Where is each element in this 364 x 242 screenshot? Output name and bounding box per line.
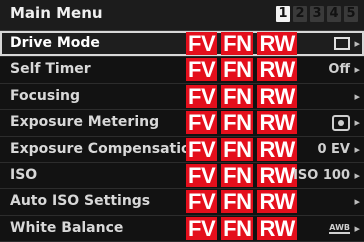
fv-badge: FV	[186, 31, 218, 56]
fn-badge: FN	[221, 31, 254, 56]
menu-item-label: Self Timer	[10, 61, 91, 78]
fn-badge: FN	[221, 189, 254, 215]
menu-item-label: Exposure Metering	[10, 114, 160, 131]
menu-item-value: 0 EV	[317, 141, 350, 157]
chevron-right-icon: ▸	[354, 37, 360, 50]
fv-badge: FV	[186, 215, 218, 241]
fn-badge: FN	[221, 136, 254, 162]
fn-badge: FN	[221, 83, 254, 109]
rw-badge: RW	[257, 136, 297, 162]
page-tab-2[interactable]: 2	[293, 6, 307, 22]
rw-badge: RW	[257, 57, 297, 83]
page-tabs: 1 2 3 4 5	[276, 6, 358, 22]
menu-item-label: White Balance	[10, 219, 124, 236]
rw-badge: RW	[257, 31, 297, 56]
awb-icon: AWB	[329, 222, 350, 234]
page-tab-5[interactable]: 5	[344, 6, 358, 22]
menu-title: Main Menu	[10, 4, 103, 22]
fv-badge: FV	[186, 136, 218, 162]
page-tab-3[interactable]: 3	[310, 6, 324, 22]
page-tab-1[interactable]: 1	[276, 6, 290, 22]
menu-item-value: ISO 100	[293, 167, 350, 183]
rw-badge: RW	[257, 83, 297, 109]
rw-badge: RW	[257, 215, 297, 241]
fv-badge: FV	[186, 57, 218, 83]
badge-group: FV FN RW	[186, 189, 297, 215]
menu-item-exposure-metering[interactable]: Exposure Metering FV FN RW ▸	[0, 110, 364, 137]
menu-item-label: Auto ISO Settings	[10, 193, 151, 210]
badge-group: FV FN RW	[186, 83, 297, 109]
chevron-right-icon: ▸	[354, 221, 360, 235]
single-frame-icon	[334, 36, 350, 51]
chevron-right-icon: ▸	[354, 195, 360, 209]
chevron-right-icon: ▸	[354, 63, 360, 77]
menu-header: Main Menu 1 2 3 4 5	[0, 0, 364, 31]
chevron-right-icon: ▸	[354, 168, 360, 182]
menu-item-label: ISO	[10, 166, 38, 183]
rw-badge: RW	[257, 189, 297, 215]
fn-badge: FN	[221, 162, 254, 188]
fv-badge: FV	[186, 83, 218, 109]
menu-item-self-timer[interactable]: Self Timer FV FN RW Off ▸	[0, 57, 364, 84]
menu-item-auto-iso-settings[interactable]: Auto ISO Settings FV FN RW ▸	[0, 189, 364, 216]
menu-item-iso[interactable]: ISO FV FN RW ISO 100 ▸	[0, 162, 364, 190]
fv-badge: FV	[186, 189, 218, 215]
badge-group: FV FN RW	[186, 32, 297, 55]
menu-item-label: Exposure Compensation	[10, 140, 201, 157]
rw-badge: RW	[257, 110, 297, 136]
rw-badge: RW	[257, 162, 297, 188]
chevron-right-icon: ▸	[354, 116, 360, 130]
metering-icon	[332, 115, 350, 132]
menu-list: Drive Mode FV FN RW ▸ Self Timer FV FN R…	[0, 31, 364, 242]
badge-group: FV FN RW	[186, 136, 297, 162]
menu-item-label: Drive Mode	[10, 35, 100, 51]
fn-badge: FN	[221, 57, 254, 83]
menu-item-value: Off	[328, 62, 350, 78]
menu-item-drive-mode[interactable]: Drive Mode FV FN RW ▸	[0, 31, 364, 58]
badge-group: FV FN RW	[186, 110, 297, 136]
fn-badge: FN	[221, 110, 254, 136]
camera-menu-screen: Main Menu 1 2 3 4 5 Drive Mode FV FN RW …	[0, 0, 364, 242]
menu-item-white-balance[interactable]: White Balance FV FN RW AWB ▸	[0, 216, 364, 242]
fv-badge: FV	[186, 110, 218, 136]
page-tab-4[interactable]: 4	[327, 6, 341, 22]
chevron-right-icon: ▸	[354, 89, 360, 103]
menu-item-label: Focusing	[10, 87, 80, 104]
badge-group: FV FN RW	[186, 215, 297, 241]
fv-badge: FV	[186, 162, 218, 188]
menu-item-focusing[interactable]: Focusing FV FN RW ▸	[0, 83, 364, 111]
chevron-right-icon: ▸	[354, 142, 360, 156]
badge-group: FV FN RW	[186, 57, 297, 83]
badge-group: FV FN RW	[186, 162, 297, 188]
menu-item-exposure-compensation[interactable]: Exposure Compensation FV FN RW 0 EV ▸	[0, 137, 364, 163]
fn-badge: FN	[221, 215, 254, 241]
